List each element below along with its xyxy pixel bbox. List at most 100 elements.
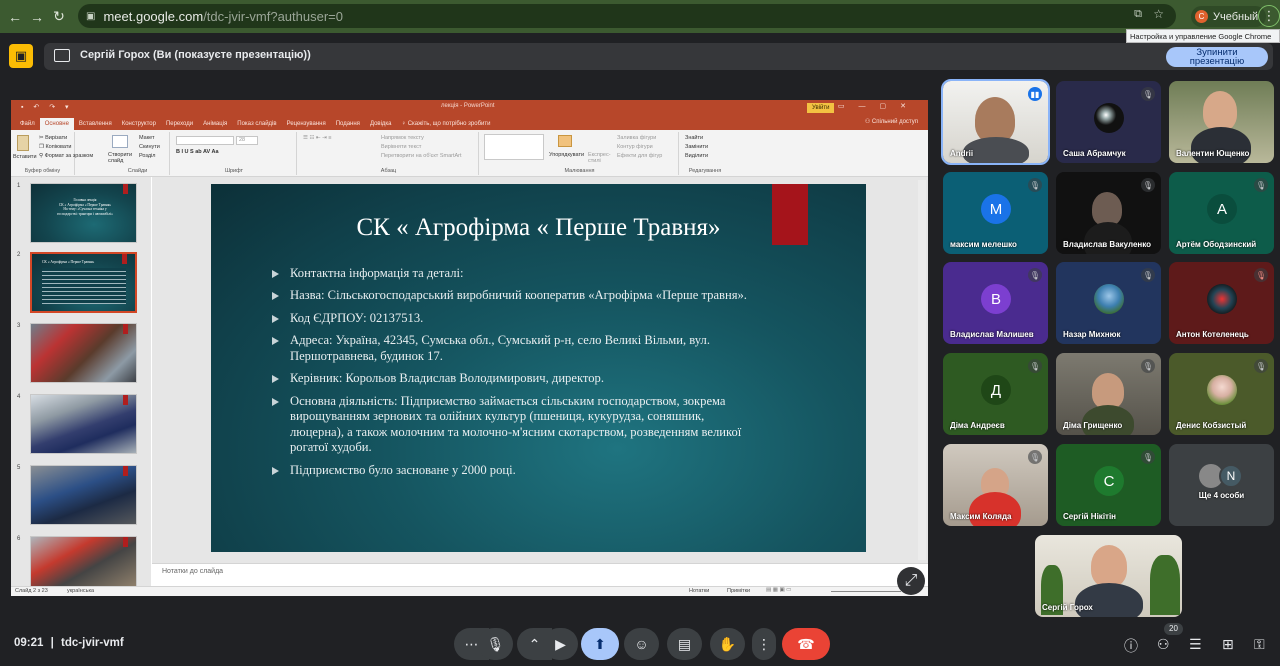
convert-smartart-button[interactable]: Перетворити на об'єкт SmartArt — [381, 153, 462, 159]
slide-thumbnail[interactable] — [30, 323, 137, 383]
participant-tile[interactable]: 🎙 Владислав Вакуленко — [1056, 172, 1161, 254]
ppt-tab-design[interactable]: Конструктор — [117, 118, 161, 130]
host-controls-icon[interactable]: ⚿ — [1254, 636, 1265, 653]
participant-tile[interactable]: В 🎙 Владислав Малишев — [943, 262, 1048, 344]
slide-thumbnails-pane[interactable]: 1 Головна лекція СК « Агрофірма « Перше … — [11, 177, 151, 587]
slide-thumbnail[interactable] — [30, 394, 137, 454]
stop-presenting-button[interactable]: Зупинити презентацію — [1166, 47, 1268, 67]
reset-button[interactable]: Скинути — [139, 144, 160, 150]
chrome-menu-icon[interactable]: ⋮ — [1258, 5, 1280, 27]
slide-thumbnail-selected[interactable]: СК « Агрофірма « Перше Травня» — [30, 252, 137, 313]
camera-button[interactable]: ▶ — [543, 628, 578, 660]
participant-tile[interactable]: С 🎙 Сергій Нікітін — [1056, 444, 1161, 526]
participant-tile[interactable]: 🎙 Саша Абрамчук — [1056, 81, 1161, 163]
meeting-info-icon[interactable]: ⓘ — [1124, 636, 1138, 656]
participant-tile[interactable]: Д 🎙 Діма Андреєв — [943, 353, 1048, 435]
ppt-tab-help[interactable]: Довідка — [365, 118, 397, 130]
ppt-tab-slideshow[interactable]: Показ слайдів — [232, 118, 281, 130]
leave-call-button[interactable]: ☎ — [782, 628, 830, 660]
notes-pane[interactable]: Нотатки до слайда — [152, 563, 928, 585]
select-button[interactable]: Виділити — [685, 153, 708, 159]
edit-scrollbar[interactable] — [918, 180, 926, 560]
align-text-button[interactable]: Вирівняти текст — [381, 144, 421, 150]
participant-tile[interactable]: 🎙 Діма Грищенко — [1056, 353, 1161, 435]
replace-button[interactable]: Замінити — [685, 144, 708, 150]
ppt-tab-insert[interactable]: Вставлення — [74, 118, 117, 130]
address-bar[interactable]: ▣ meet.google.com/tdc-jvir-vmf?authuser=… — [78, 4, 1176, 28]
more-participants-tile[interactable]: N Ще 4 особи — [1169, 444, 1274, 526]
current-slide[interactable]: СК « Агрофірма « Перше Травня» Контактна… — [211, 184, 866, 552]
translate-icon[interactable]: ⧉ — [1134, 8, 1142, 21]
paragraph-list-buttons[interactable]: ☰ ☷ ⇤ ⇥ ≡ — [303, 135, 331, 141]
activities-icon[interactable]: ⊞ — [1222, 636, 1234, 653]
slide-thumbnail[interactable] — [30, 536, 137, 586]
people-icon[interactable]: ⚇ — [1157, 636, 1170, 653]
bookmark-star-icon[interactable]: ☆ — [1153, 7, 1164, 21]
share-button[interactable]: ⚇ Спільний доступ — [865, 118, 918, 125]
site-info-icon[interactable]: ▣ — [86, 11, 95, 22]
ppt-tab-animations[interactable]: Анімація — [198, 118, 232, 130]
ppt-tell-me[interactable]: ♀ Скажіть, що потрібно зробити — [397, 118, 496, 130]
thumb-accent — [123, 537, 128, 547]
present-indicator-icon[interactable]: ▣ — [9, 44, 33, 68]
section-button[interactable]: Розділ — [139, 153, 155, 159]
slide-thumbnail[interactable] — [30, 465, 137, 525]
status-language[interactable]: українська — [67, 588, 94, 594]
paste-icon[interactable] — [17, 135, 29, 151]
ppt-tab-view[interactable]: Подання — [331, 118, 365, 130]
slide-bullet: Назва: Сільськогосподарський виробничий … — [272, 288, 747, 304]
shape-outline-button[interactable]: Контур фігури — [617, 144, 653, 150]
shapes-gallery[interactable] — [484, 134, 544, 160]
participant-tile[interactable]: 🎙 Назар Михнюк — [1056, 262, 1161, 344]
participant-tile[interactable]: М 🎙 максим мелешко — [943, 172, 1048, 254]
shape-fill-button[interactable]: Заливка фігури — [617, 135, 656, 141]
participant-tile[interactable]: А 🎙 Артём Ободзинский — [1169, 172, 1274, 254]
participant-tile[interactable]: Валентин Ющенко — [1169, 81, 1274, 163]
ppt-tab-review[interactable]: Рецензування — [282, 118, 331, 130]
layout-button[interactable]: Макет — [139, 135, 155, 141]
quick-styles-label[interactable]: Експрес-стилі — [588, 152, 612, 164]
status-notes-button[interactable]: Нотатки — [689, 588, 709, 594]
reactions-button[interactable]: ☺ — [624, 628, 659, 660]
fullscreen-expand-icon[interactable]: ⤢ — [897, 567, 925, 595]
font-size-select[interactable]: 28 — [236, 136, 258, 145]
find-button[interactable]: Знайти — [685, 135, 703, 141]
present-now-button[interactable]: ⬆ — [581, 628, 619, 660]
quick-access-icons[interactable]: ▪ ↶ ↷ ▾ — [21, 103, 73, 111]
view-buttons-icon[interactable]: ▤ ▦ ▣ ▭ — [766, 587, 791, 593]
copy-button[interactable]: ❐ Копіювати — [39, 144, 71, 150]
window-controls-icon[interactable]: ▭—▢✕ — [838, 102, 920, 110]
ppt-tab-transitions[interactable]: Переходи — [161, 118, 198, 130]
ppt-tab-home[interactable]: Основне — [39, 118, 74, 130]
sign-in-button[interactable]: Увійти — [807, 103, 835, 113]
new-slide-icon[interactable] — [112, 135, 128, 148]
self-view-tile[interactable]: Сергій Горох — [1035, 535, 1182, 617]
cut-button[interactable]: ✂ Вирізати — [39, 135, 67, 141]
format-painter-button[interactable]: ⚲ Формат за зразком — [39, 153, 93, 159]
back-icon[interactable]: ← — [4, 9, 26, 25]
microphone-button[interactable]: 🎙 — [478, 628, 513, 660]
participant-tile[interactable]: 🎙 Антон Котеленець — [1169, 262, 1274, 344]
captions-button[interactable]: ▤ — [667, 628, 702, 660]
new-slide-label[interactable]: Створити слайд — [108, 152, 134, 164]
raise-hand-button[interactable]: ✋ — [710, 628, 745, 660]
shape-effects-button[interactable]: Ефекти для фігур — [617, 153, 662, 159]
more-options-button[interactable]: ⋮ — [752, 628, 776, 660]
forward-icon[interactable]: → — [26, 9, 48, 25]
font-format-buttons[interactable]: B I U S ab AV Aa — [176, 149, 219, 155]
slide-thumbnail[interactable]: Головна лекція СК « Агрофірма « Перше Тр… — [30, 183, 137, 243]
arrange-icon[interactable] — [558, 135, 572, 147]
arrange-label[interactable]: Упорядкувати — [549, 152, 584, 158]
participant-tile[interactable]: 🎙 Максим Коляда — [943, 444, 1048, 526]
chat-icon[interactable]: ☰ — [1189, 636, 1202, 653]
zoom-slider[interactable] — [831, 591, 901, 592]
status-comments-button[interactable]: Примітки — [727, 588, 750, 594]
font-name-select[interactable] — [176, 136, 234, 145]
text-direction-button[interactable]: Напрямок тексту — [381, 135, 424, 141]
participant-tile[interactable]: ▮▮ Andrii — [941, 79, 1050, 165]
ppt-tab-file[interactable]: Файл — [15, 118, 40, 130]
paste-label[interactable]: Вставити — [13, 154, 37, 160]
profile-chip[interactable]: C Учебный — [1191, 6, 1267, 27]
reload-icon[interactable]: ↻ — [48, 8, 70, 25]
participant-tile[interactable]: 🎙 Денис Кобзистый — [1169, 353, 1274, 435]
